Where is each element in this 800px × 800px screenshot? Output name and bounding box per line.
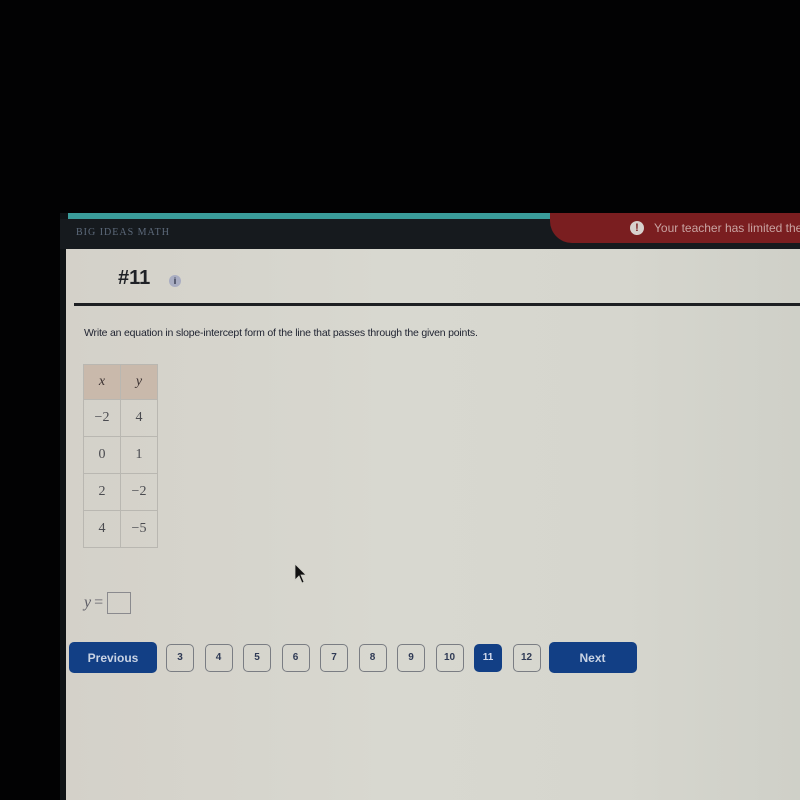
xy-table: x y −2 4 0 1 2 −2 4 −5	[83, 364, 158, 548]
question-pager: Previous 3 4 5 6 7 8 9 10 11 12 Next	[69, 642, 637, 673]
exclamation-icon: !	[630, 221, 644, 235]
y-cell: −5	[120, 510, 158, 548]
page-button-11-current[interactable]: 11	[474, 643, 502, 672]
table-row: −2 4	[83, 399, 158, 437]
y-cell: −2	[120, 473, 158, 511]
table-row: 0 1	[83, 436, 158, 474]
question-prompt: Write an equation in slope-intercept for…	[84, 327, 478, 339]
brand-logo: BIG IDEAS MATH	[76, 227, 170, 238]
x-cell: 4	[83, 510, 121, 548]
page-button-8[interactable]: 8	[358, 643, 387, 672]
x-cell: −2	[83, 399, 121, 437]
x-cell: 2	[83, 473, 121, 511]
answer-input[interactable]	[107, 592, 132, 614]
table-row: 4 −5	[83, 510, 158, 548]
previous-button[interactable]: Previous	[69, 642, 157, 673]
next-button[interactable]: Next	[548, 642, 637, 673]
question-panel: #11 i Write an equation in slope-interce…	[66, 249, 800, 800]
y-cell: 4	[120, 399, 158, 437]
column-header-y: y	[120, 364, 158, 400]
page-button-10[interactable]: 10	[435, 643, 464, 672]
teacher-limit-alert[interactable]: ! Your teacher has limited the	[550, 213, 800, 243]
browser-screen: BIG IDEAS MATH ! Your teacher has limite…	[60, 213, 800, 800]
page-button-9[interactable]: 9	[397, 643, 425, 672]
page-button-5[interactable]: 5	[243, 643, 271, 672]
page-button-6[interactable]: 6	[281, 643, 310, 672]
question-number: #11	[118, 267, 151, 289]
page-button-3[interactable]: 3	[166, 643, 194, 672]
page-button-12[interactable]: 12	[512, 643, 541, 672]
header-divider	[74, 303, 800, 306]
x-cell: 0	[83, 436, 121, 474]
page-button-4[interactable]: 4	[204, 643, 233, 672]
mouse-cursor-icon	[294, 563, 307, 584]
info-icon[interactable]: i	[169, 275, 181, 287]
table-row: 2 −2	[83, 473, 158, 511]
column-header-x: x	[83, 364, 121, 400]
answer-row: y =	[84, 592, 132, 614]
y-cell: 1	[120, 436, 158, 474]
page-button-7[interactable]: 7	[320, 643, 348, 672]
equals-sign: =	[94, 594, 104, 611]
answer-variable: y	[84, 594, 92, 611]
alert-text: Your teacher has limited the	[654, 221, 800, 235]
